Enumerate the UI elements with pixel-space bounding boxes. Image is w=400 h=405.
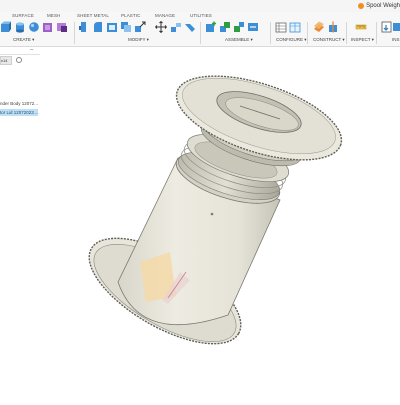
axis-icon[interactable] [327,21,339,33]
joint-icon[interactable] [219,21,231,33]
sphere-icon[interactable] [28,21,40,33]
tab-sheet-metal[interactable]: SHEET METAL [77,13,109,18]
3d-viewport[interactable] [0,47,400,400]
browser-item-lid[interactable]: tor Lid 12072023 ... [0,109,39,116]
scale-icon[interactable] [134,21,146,33]
tab-plastic[interactable]: PLASTIC [121,13,140,18]
insert-image-icon[interactable] [392,21,400,33]
fillet-icon[interactable] [92,21,104,33]
shell-icon[interactable] [106,21,118,33]
offset-plane-icon[interactable] [313,21,325,33]
browser-item-label: tor Lid 12072023 ... [0,110,39,115]
delete-icon[interactable] [184,21,196,33]
toolbar-ribbon: SURFACE MESH SHEET METAL PLASTIC MANAGE … [0,12,400,47]
drive-joints-icon[interactable] [247,21,259,33]
cylinder-icon[interactable] [14,21,26,33]
tab-manage[interactable]: MANAGE [155,13,175,18]
spool-model[interactable] [0,47,400,400]
inspect-menu[interactable]: INSPECT ▾ [351,37,374,43]
browser-item-body[interactable]: nder Body 12072... [0,100,38,107]
construct-menu[interactable]: CONSTRUCT ▾ [313,37,345,43]
divider [376,22,377,44]
as-built-joint-icon[interactable] [233,21,245,33]
collapse-browser-button[interactable]: – [30,47,33,53]
table-icon[interactable] [289,21,301,33]
configure-menu[interactable]: CONFIGURE ▾ [276,37,307,43]
modify-menu[interactable]: MODIFY ▾ [128,37,149,43]
box-icon[interactable] [0,21,12,33]
combine-icon[interactable] [120,21,132,33]
align-icon[interactable] [170,21,182,33]
tab-utilities[interactable]: UTILITIES [190,13,212,18]
create-form-icon[interactable] [42,21,54,33]
divider [307,22,308,44]
document-title[interactable]: Spool Weigh [358,1,400,11]
divider [270,22,271,44]
divider [346,22,347,44]
document-version-chip[interactable]: v14 [0,56,12,65]
browser-settings-icon[interactable] [16,57,22,63]
create-menu[interactable]: CREATE ▾ [13,37,34,43]
move-icon[interactable] [155,21,167,33]
divider [200,22,201,44]
new-component-icon[interactable] [205,21,217,33]
document-status-icon [358,3,365,9]
tab-surface[interactable]: SURFACE [12,13,34,18]
divider [74,22,75,44]
insert-menu[interactable]: INS [392,37,400,42]
point-marker [210,212,214,216]
document-title-text: Spool Weigh [366,3,400,9]
browser-panel-header: – [0,47,40,55]
workspace-tabs: SURFACE MESH SHEET METAL PLASTIC MANAGE … [0,12,400,20]
press-pull-icon[interactable] [78,21,90,33]
derive-icon[interactable] [56,21,68,33]
measure-icon[interactable] [355,21,367,33]
assemble-menu[interactable]: ASSEMBLE ▾ [225,37,253,43]
browser-item-label: nder Body 12072... [0,101,39,106]
parameters-icon[interactable] [275,21,287,33]
tab-mesh[interactable]: MESH [47,13,60,18]
